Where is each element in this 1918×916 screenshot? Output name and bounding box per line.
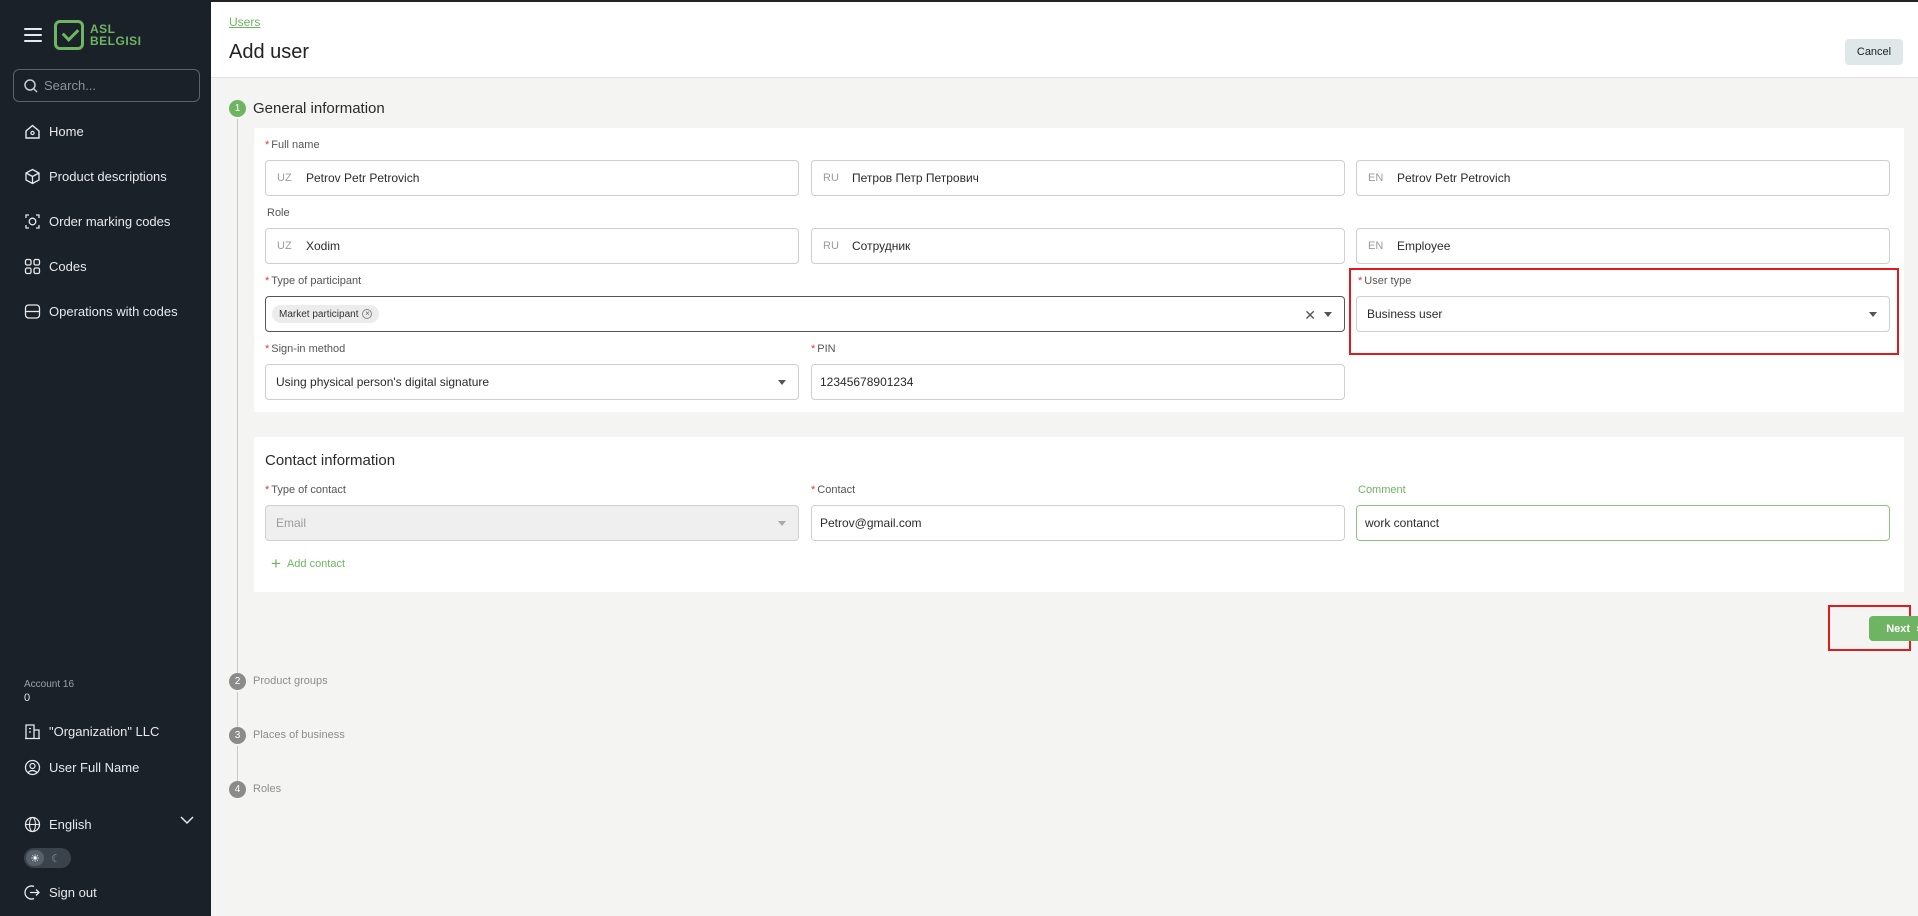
step-1-title: General information xyxy=(253,100,385,117)
step-2-label: Product groups xyxy=(253,675,328,687)
step-1-indicator: 1 xyxy=(229,100,246,117)
home-icon xyxy=(25,124,40,139)
language-label: English xyxy=(49,816,92,832)
cube-icon xyxy=(25,168,40,184)
contact-type-select[interactable]: Email xyxy=(265,505,799,541)
theme-toggle[interactable]: ☀ ☾ xyxy=(24,848,71,868)
page-header: Users Add user Cancel xyxy=(211,0,1918,78)
sidebar-item-label: Codes xyxy=(49,258,87,274)
caret-down-icon[interactable] xyxy=(778,380,786,385)
role-en-field[interactable]: EN Employee xyxy=(1356,228,1890,264)
sidebar-item-label: Operations with codes xyxy=(49,303,178,319)
participant-type-label: * Type of participant xyxy=(265,275,362,287)
signin-method-select[interactable]: Using physical person's digital signatur… xyxy=(265,364,799,400)
sidebar: ASL BELGISI Home Product descriptions Or… xyxy=(0,0,211,916)
caret-down-icon[interactable] xyxy=(1324,312,1332,317)
sign-out-label: Sign out xyxy=(49,884,97,900)
user-type-highlight xyxy=(1349,268,1899,355)
full-name-uz-field[interactable]: UZ Petrov Petr Petrovich xyxy=(265,160,799,196)
plus-icon: + xyxy=(271,554,281,573)
menu-icon[interactable] xyxy=(24,28,42,46)
role-ru-field[interactable]: RU Сотрудник xyxy=(811,228,1345,264)
step-4-label: Roles xyxy=(253,783,282,795)
contact-section-title: Contact information xyxy=(265,452,396,469)
sidebar-item-codes[interactable]: Codes xyxy=(24,256,87,276)
comment-input[interactable]: work contanct xyxy=(1356,505,1890,541)
pin-label: * PIN xyxy=(811,343,836,355)
logo-mark-icon xyxy=(54,20,84,50)
full-name-ru-field[interactable]: RU Петров Петр Петрович xyxy=(811,160,1345,196)
step-3-indicator: 3 xyxy=(229,727,246,744)
contact-type-label: * Type of contact xyxy=(265,484,346,496)
sign-out-button[interactable]: Sign out xyxy=(24,882,97,902)
full-name-en-field[interactable]: EN Petrov Petr Petrovich xyxy=(1356,160,1890,196)
clear-icon[interactable]: ✕ xyxy=(1304,307,1316,324)
user-icon xyxy=(24,759,41,775)
qr-codes-icon xyxy=(24,258,41,274)
sun-icon[interactable]: ☀ xyxy=(26,850,44,866)
organization-item[interactable]: "Organization" LLC xyxy=(24,721,159,741)
step-2-indicator: 2 xyxy=(229,673,246,690)
organization-name: "Organization" LLC xyxy=(49,723,160,739)
order-codes-icon xyxy=(25,213,40,229)
step-3-label: Places of business xyxy=(253,729,345,741)
operations-icon xyxy=(24,303,41,319)
chevron-down-icon[interactable] xyxy=(180,816,194,825)
globe-icon xyxy=(24,816,41,832)
full-name-label: * Full name xyxy=(265,139,320,151)
search-input[interactable] xyxy=(44,78,194,93)
search-box[interactable] xyxy=(13,69,200,102)
role-uz-field[interactable]: UZ Xodim xyxy=(265,228,799,264)
stepper-line xyxy=(237,119,238,675)
language-selector[interactable]: English xyxy=(24,814,92,834)
sidebar-item-home[interactable]: Home xyxy=(24,121,84,141)
sidebar-item-label: Order marking codes xyxy=(49,213,171,229)
sidebar-item-order-marking-codes[interactable]: Order marking codes xyxy=(24,211,170,231)
next-button[interactable]: Next › xyxy=(1869,616,1918,641)
building-icon xyxy=(25,723,40,739)
cancel-button[interactable]: Cancel xyxy=(1845,39,1903,65)
contact-label: * Contact xyxy=(811,484,856,496)
page-title: Add user xyxy=(229,41,310,63)
participant-type-select[interactable]: Market participant × ✕ xyxy=(265,296,1345,332)
sign-out-icon xyxy=(24,884,40,900)
breadcrumb-users[interactable]: Users xyxy=(229,15,260,29)
user-name: User Full Name xyxy=(49,759,140,775)
role-label: Role xyxy=(267,207,290,219)
participant-chip: Market participant × xyxy=(272,305,380,323)
main-content: Users Add user Cancel 1 General informat… xyxy=(211,0,1918,916)
contact-input[interactable]: Petrov@gmail.com xyxy=(811,505,1345,541)
search-icon xyxy=(24,78,38,93)
sidebar-item-operations-with-codes[interactable]: Operations with codes xyxy=(24,301,178,321)
sidebar-item-label: Home xyxy=(49,123,84,139)
sidebar-item-label: Product descriptions xyxy=(49,168,167,184)
user-profile-item[interactable]: User Full Name xyxy=(24,757,139,777)
step-4-indicator: 4 xyxy=(229,781,246,798)
account-label: Account 16 xyxy=(24,679,75,690)
moon-icon[interactable]: ☾ xyxy=(47,850,65,866)
pin-input[interactable]: 12345678901234 xyxy=(811,364,1345,400)
account-value: 0 xyxy=(24,692,31,704)
caret-down-icon xyxy=(778,521,786,526)
comment-label: Comment xyxy=(1358,484,1406,496)
logo[interactable]: ASL BELGISI xyxy=(54,20,142,50)
add-contact-button[interactable]: + Add contact xyxy=(271,554,345,573)
signin-method-label: * Sign-in method xyxy=(265,343,346,355)
sidebar-item-product-descriptions[interactable]: Product descriptions xyxy=(24,166,167,186)
chip-remove-icon[interactable]: × xyxy=(362,309,373,319)
logo-text-line2: BELGISI xyxy=(90,34,142,48)
